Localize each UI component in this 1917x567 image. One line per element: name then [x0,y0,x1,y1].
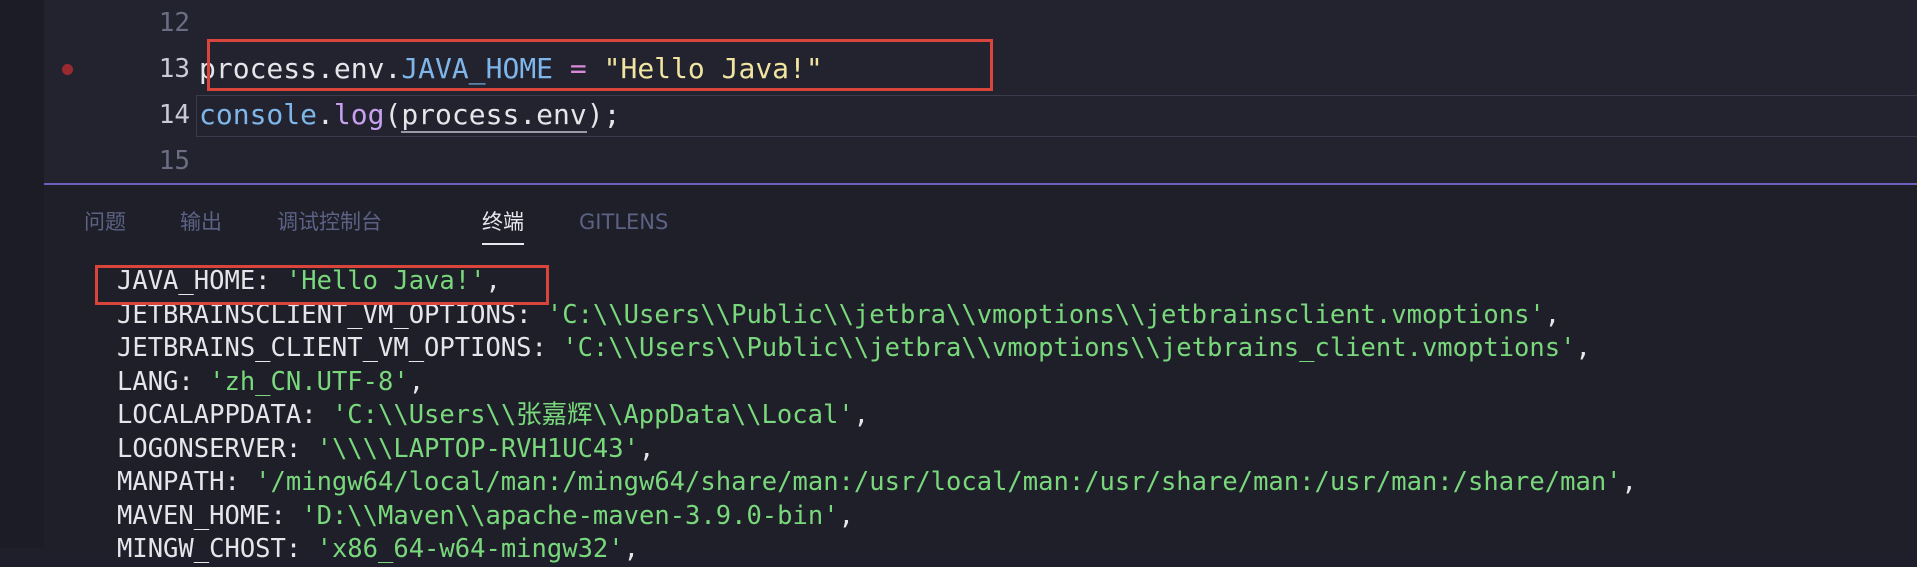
env-value: 'C:\\Users\\张嘉辉\\AppData\\Local' [331,400,854,430]
env-key: LANG: [117,366,210,397]
code-line-14: 14 console.log(process.env); [44,92,1917,138]
line-number: 15 [158,146,190,176]
tab-problems[interactable]: 问题 [84,197,126,247]
env-key: JETBRAINS_CLIENT_VM_OPTIONS: [117,333,563,363]
identifier-console: console [199,98,318,131]
env-key: MAVEN_HOME: [117,500,302,531]
comma: , [639,433,655,464]
comma: , [623,534,639,564]
tab-terminal[interactable]: 终端 [482,197,524,247]
comma: , [853,400,870,430]
terminal-line: MANPATH: '/mingw64/local/man:/mingw64/sh… [117,466,1917,500]
env-value: 'C:\\Users\\Public\\jetbra\\vmoptions\\j… [546,299,1545,330]
bottom-panel: 问题 输出 调试控制台 终端 GITLENS JAVA_HOME: 'Hello… [44,185,1917,564]
annotation-box-terminal [95,265,549,305]
comma: , [1575,333,1591,363]
code-editor[interactable]: 12 13 process.env.JAVA_HOME = "Hello Jav… [44,0,1917,183]
env-value: '\\\\LAPTOP-RVH1UC43' [316,433,639,464]
comma: , [1544,299,1561,330]
terminal-line: LANG: 'zh_CN.UTF-8', [117,366,1917,400]
terminal-line: LOCALAPPDATA: 'C:\\Users\\张嘉辉\\AppData\\… [117,399,1917,433]
env-value: 'D:\\Maven\\apache-maven-3.9.0-bin' [301,500,839,531]
line-number: 12 [158,8,190,38]
punct: ); [586,98,621,131]
terminal-line: LOGONSERVER: '\\\\LAPTOP-RVH1UC43', [117,433,1917,467]
tab-debug-console[interactable]: 调试控制台 [277,197,382,247]
env-key: LOGONSERVER: [117,433,317,464]
terminal-line: MINGW_CHOST: 'x86_64-w64-mingw32', [117,533,1917,567]
code-line-15: 15 [44,138,1917,184]
comma: , [838,500,854,531]
terminal-line: JETBRAINS_CLIENT_VM_OPTIONS: 'C:\\Users\… [117,332,1917,366]
env-key: LOCALAPPDATA: [117,400,332,430]
tab-output[interactable]: 输出 [180,197,222,247]
env-value: 'zh_CN.UTF-8' [209,366,409,397]
punct: . [317,98,334,131]
function-log: log [333,98,385,131]
env-key: MANPATH: [117,467,256,497]
env-value: 'x86_64-w64-mingw32' [316,534,624,564]
code-text[interactable]: console.log(process.env); [199,92,620,138]
punct: ( [384,98,402,131]
comma: , [408,366,425,397]
comma: , [1621,467,1637,497]
terminal-line: MAVEN_HOME: 'D:\\Maven\\apache-maven-3.9… [117,500,1917,534]
annotation-box-code [207,39,993,91]
env-value: 'C:\\Users\\Public\\jetbra\\vmoptions\\j… [562,333,1576,363]
activity-gutter [0,0,44,548]
line-number: 14 [158,100,190,130]
terminal-output[interactable]: JAVA_HOME: 'Hello Java!', JETBRAINSCLIEN… [117,265,1917,567]
argument-process-env: process.env [401,98,587,133]
line-number: 13 [158,54,190,84]
tab-gitlens[interactable]: GITLENS [579,197,668,247]
env-key: MINGW_CHOST: [117,534,317,564]
env-value: '/mingw64/local/man:/mingw64/share/man:/… [255,467,1622,497]
breakpoint-dot-icon[interactable] [62,64,73,75]
